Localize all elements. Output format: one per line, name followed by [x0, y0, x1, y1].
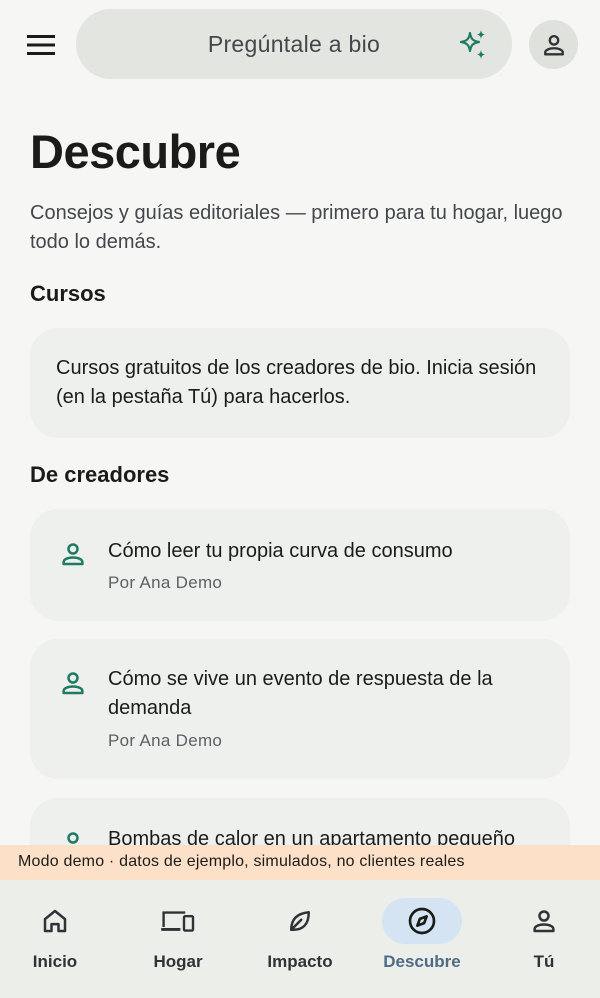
person-icon — [504, 898, 584, 944]
account-button[interactable] — [529, 20, 578, 69]
nav-item-descubre[interactable]: Descubre — [362, 880, 482, 998]
page-intro: Consejos y guías editoriales — primero p… — [30, 202, 563, 253]
nav-label: Tú — [533, 952, 555, 971]
nav-label: Hogar — [153, 952, 203, 971]
creator-card-author: Por Ana Demo — [108, 573, 223, 592]
menu-button[interactable] — [18, 26, 64, 64]
leaf-icon — [260, 898, 340, 944]
compass-icon — [382, 898, 462, 944]
nav-label: Inicio — [32, 952, 78, 971]
nav-label: Impacto — [267, 952, 333, 971]
nav-item-hogar[interactable]: Hogar — [118, 880, 238, 998]
ask-bio-search[interactable]: Pregúntale a bio — [76, 9, 512, 79]
bottom-navigation: Inicio Hogar Impacto Descubre Tú — [0, 880, 600, 998]
home-icon — [15, 898, 95, 944]
person-icon — [58, 668, 88, 698]
person-icon — [540, 31, 568, 59]
devices-icon — [138, 898, 218, 944]
creator-card[interactable]: Cómo se vive un evento de respuesta de l… — [30, 639, 570, 779]
page-title: Descubre — [30, 125, 241, 178]
sparkle-icon[interactable] — [456, 28, 490, 62]
top-app-bar: Pregúntale a bio — [0, 0, 600, 88]
courses-heading: Cursos — [30, 281, 106, 306]
nav-item-inicio[interactable]: Inicio — [0, 880, 115, 998]
creators-heading: De creadores — [30, 462, 170, 487]
creator-card[interactable]: Cómo leer tu propia curva de consumo Por… — [30, 509, 570, 621]
nav-item-tu[interactable]: Tú — [484, 880, 600, 998]
courses-text: Cursos gratuitos de los creadores de bio… — [56, 357, 537, 408]
person-icon — [58, 539, 88, 569]
nav-item-impacto[interactable]: Impacto — [240, 880, 360, 998]
demo-mode-banner: Modo demo · datos de ejemplo, simulados,… — [0, 845, 600, 880]
menu-icon — [27, 34, 55, 56]
creator-card-title: Cómo leer tu propia curva de consumo — [108, 540, 453, 562]
creator-card-author: Por Ana Demo — [108, 731, 223, 750]
search-placeholder: Pregúntale a bio — [207, 30, 381, 57]
courses-card: Cursos gratuitos de los creadores de bio… — [30, 328, 570, 438]
creator-card-title: Cómo se vive un evento de respuesta de l… — [108, 668, 493, 719]
nav-label: Descubre — [383, 952, 461, 971]
